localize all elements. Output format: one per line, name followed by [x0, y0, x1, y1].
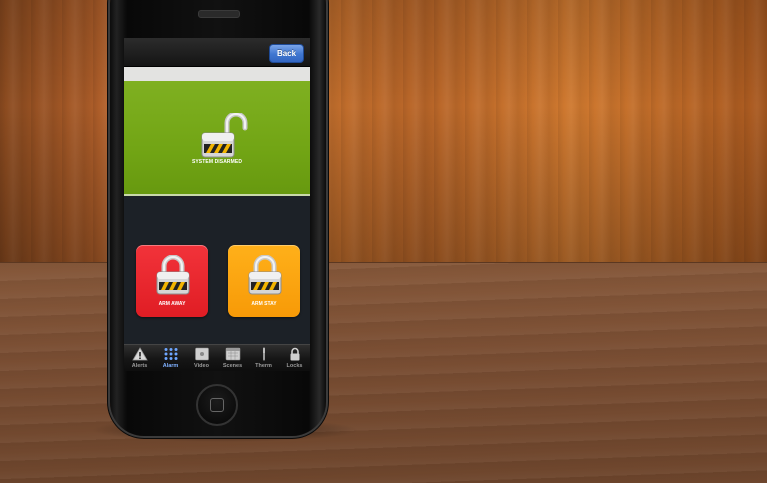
video-icon [194, 347, 209, 361]
calendar-icon [225, 347, 240, 361]
arm-away-button[interactable]: ARM AWAY [136, 245, 208, 317]
arm-stay-button[interactable]: ARM STAY [228, 245, 300, 317]
lock-closed-icon [248, 255, 282, 295]
back-button[interactable]: Back [269, 44, 304, 63]
tab-locks[interactable]: Locks [279, 345, 310, 371]
keypad-icon [164, 348, 177, 360]
tab-label: Video [194, 363, 209, 369]
nav-bar: Back [124, 38, 310, 67]
tab-bar: Alerts Alarm Video Scenes Therm Locks [124, 344, 310, 371]
earpiece [198, 10, 240, 18]
status-label: SYSTEM DISARMED [191, 159, 243, 165]
tab-alarm[interactable]: Alarm [155, 345, 186, 371]
tab-label: Alerts [131, 363, 148, 369]
tab-alerts[interactable]: Alerts [124, 345, 155, 371]
thermometer-icon [262, 347, 265, 361]
tab-scenes[interactable]: Scenes [217, 345, 248, 371]
tab-label: Locks [286, 363, 303, 369]
lock-open-icon [201, 113, 248, 158]
home-button[interactable] [196, 384, 238, 426]
lock-closed-icon [156, 255, 190, 295]
warning-icon [131, 347, 148, 361]
system-status-panel: SYSTEM DISARMED [124, 81, 310, 196]
arm-stay-label: ARM STAY [251, 301, 277, 307]
info-strip [124, 67, 310, 81]
tab-therm[interactable]: Therm [248, 345, 279, 371]
arm-away-label: ARM AWAY [158, 301, 186, 307]
tab-label: Alarm [162, 363, 179, 369]
phone-screen: Back SYSTEM DISARMED ARM AWAY ARM STAY A… [124, 38, 310, 371]
tab-label: Therm [255, 363, 272, 369]
lock-icon [290, 347, 299, 361]
tab-video[interactable]: Video [186, 345, 217, 371]
tab-label: Scenes [222, 363, 243, 369]
